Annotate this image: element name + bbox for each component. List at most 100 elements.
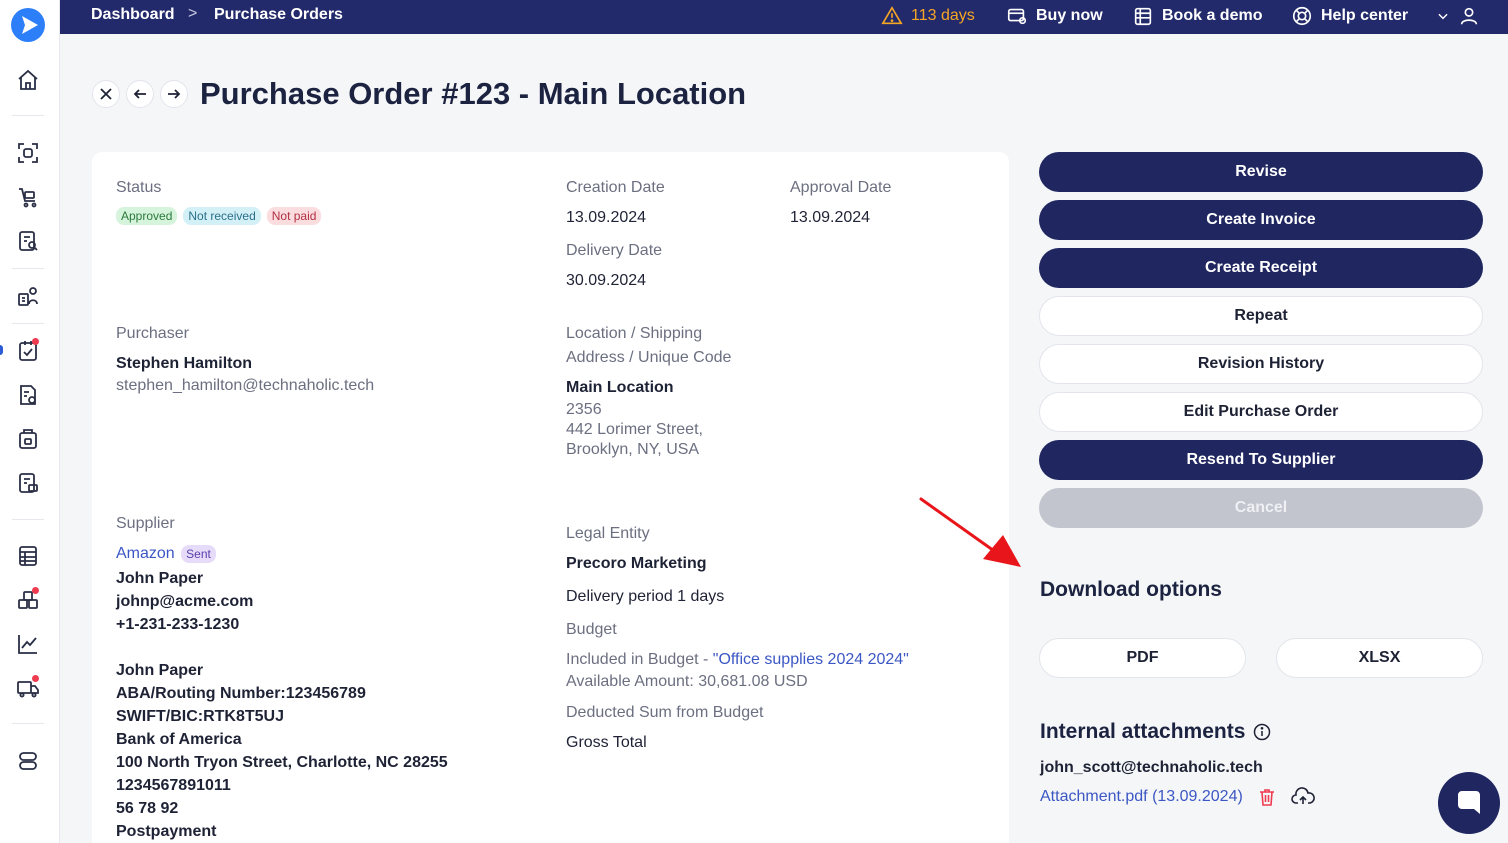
- bank-line: John Paper: [116, 662, 204, 679]
- arrow-left-icon: [133, 89, 146, 99]
- deducted-sum-label: Deducted Sum from Budget: [566, 704, 764, 721]
- purchaser-name: Stephen Hamilton: [116, 355, 253, 372]
- top-navigation-bar: Dashboard > Purchase Orders 113 days Buy…: [60, 0, 1508, 34]
- user-menu-button[interactable]: [1436, 4, 1480, 28]
- receipt-icon[interactable]: [16, 427, 40, 451]
- bank-line: 100 North Tryon Street, Charlotte, NC 28…: [116, 754, 448, 771]
- annotation-arrow: [919, 497, 1021, 567]
- create-receipt-button[interactable]: Create Receipt: [1039, 248, 1483, 288]
- sidebar-divider: [12, 115, 44, 116]
- book-demo-button[interactable]: Book a demo: [1132, 4, 1262, 28]
- sidebar: [0, 0, 60, 843]
- notification-dot: [32, 587, 39, 594]
- supplier-contact-phone: +1-231-233-1230: [116, 616, 240, 633]
- document-search-icon[interactable]: [16, 229, 40, 253]
- sidebar-divider: [12, 323, 44, 324]
- cancel-button[interactable]: Cancel: [1039, 488, 1483, 528]
- creation-date-value: 13.09.2024: [566, 209, 647, 226]
- cloud-upload-icon[interactable]: [1291, 787, 1315, 807]
- location-label-line-2: Address / Unique Code: [566, 349, 732, 366]
- legal-entity-value: Precoro Marketing: [566, 555, 707, 572]
- home-icon[interactable]: [16, 68, 40, 92]
- close-icon: [100, 88, 112, 100]
- status-badge-not-received: Not received: [183, 207, 261, 225]
- close-button[interactable]: [92, 80, 120, 108]
- repeat-button[interactable]: Repeat: [1039, 296, 1483, 336]
- available-amount: Available Amount: 30,681.08 USD: [566, 673, 808, 690]
- download-xlsx-button[interactable]: XLSX: [1276, 638, 1483, 678]
- budget-label: Budget: [566, 621, 617, 638]
- budget-link[interactable]: "Office supplies 2024 2024": [713, 651, 909, 668]
- breadcrumb-purchase-orders[interactable]: Purchase Orders: [214, 6, 343, 24]
- supplier-icon[interactable]: [16, 284, 40, 308]
- approval-date-value: 13.09.2024: [790, 209, 871, 226]
- previous-button[interactable]: [126, 80, 154, 108]
- trial-days-indicator[interactable]: 113 days: [881, 4, 975, 28]
- breadcrumb-dashboard[interactable]: Dashboard: [91, 6, 175, 24]
- status-badge-approved: Approved: [116, 207, 178, 225]
- breadcrumb-separator: >: [188, 5, 198, 22]
- supplier-contact-email: johnp@acme.com: [116, 593, 254, 610]
- info-icon[interactable]: [1253, 723, 1271, 741]
- delivery-date-value: 30.09.2024: [566, 272, 647, 289]
- download-pdf-button[interactable]: PDF: [1039, 638, 1246, 678]
- delivery-period: Delivery period 1 days: [566, 588, 725, 605]
- location-code: 2356: [566, 401, 602, 418]
- chat-button[interactable]: [1438, 772, 1500, 834]
- bank-line: Bank of America: [116, 731, 242, 748]
- delivery-date-label: Delivery Date: [566, 242, 663, 259]
- sidebar-divider: [12, 268, 44, 269]
- location-address-line-2: Brooklyn, NY, USA: [566, 441, 700, 458]
- legal-entity-label: Legal Entity: [566, 525, 650, 542]
- purchaser-email: stephen_hamilton@technaholic.tech: [116, 377, 375, 394]
- help-center-button[interactable]: Help center: [1291, 4, 1408, 28]
- payment-icon[interactable]: [16, 471, 40, 495]
- notification-dot: [32, 338, 39, 345]
- revise-button[interactable]: Revise: [1039, 152, 1483, 192]
- location-address-line-1: 442 Lorimer Street,: [566, 421, 703, 438]
- supplier-contact-name: John Paper: [116, 570, 204, 587]
- attachment-file-link[interactable]: Attachment.pdf (13.09.2024): [1040, 788, 1243, 806]
- next-button[interactable]: [160, 80, 188, 108]
- settings-icon[interactable]: [16, 749, 40, 773]
- trial-days-text: 113 days: [911, 7, 975, 24]
- resend-to-supplier-button[interactable]: Resend To Supplier: [1039, 440, 1483, 480]
- notification-dot: [32, 675, 39, 682]
- edit-purchase-order-button[interactable]: Edit Purchase Order: [1039, 392, 1483, 432]
- order-details-card: Status Approved Not received Not paid Crea…: [92, 152, 1009, 843]
- revision-history-button[interactable]: Revision History: [1039, 344, 1483, 384]
- active-nav-marker: [0, 345, 3, 355]
- invoice-icon[interactable]: [16, 383, 40, 407]
- internal-attachments-header: Internal attachments: [1040, 720, 1271, 744]
- bank-line: ABA/Routing Number:123456789: [116, 685, 366, 702]
- chevron-down-icon: [1438, 13, 1448, 20]
- approval-date-label: Approval Date: [790, 179, 892, 196]
- help-center-label: Help center: [1321, 7, 1409, 24]
- analytics-icon[interactable]: [16, 632, 40, 656]
- supplier-row: Amazon Sent: [116, 545, 222, 563]
- location-name: Main Location: [566, 379, 674, 396]
- supplier-sent-badge: Sent: [181, 545, 216, 563]
- buy-now-button[interactable]: Buy now: [1006, 4, 1103, 28]
- bank-line: SWIFT/BIC:RTK8T5UJ: [116, 708, 284, 725]
- status-badges: Approved Not received Not paid: [116, 207, 327, 225]
- bank-line: Postpayment: [116, 823, 217, 840]
- budget-icon[interactable]: [16, 544, 40, 568]
- warning-icon: [881, 6, 903, 25]
- deducted-sum-value: Gross Total: [566, 734, 647, 751]
- internal-attachments-title: Internal attachments: [1040, 720, 1246, 743]
- chat-icon: [1458, 791, 1480, 814]
- user-icon: [1460, 7, 1478, 25]
- download-options-title: Download options: [1040, 578, 1222, 601]
- trash-icon[interactable]: [1257, 787, 1277, 807]
- sidebar-divider: [12, 519, 44, 520]
- cart-icon[interactable]: [16, 185, 40, 209]
- supplier-link[interactable]: Amazon: [116, 545, 175, 562]
- scan-icon[interactable]: [16, 141, 40, 165]
- page-title: Purchase Order #123 - Main Location: [200, 76, 747, 111]
- budget-included-prefix: Included in Budget -: [566, 651, 713, 668]
- sidebar-divider: [12, 723, 44, 724]
- logo-icon[interactable]: [11, 8, 45, 42]
- purchaser-label: Purchaser: [116, 325, 189, 342]
- create-invoice-button[interactable]: Create Invoice: [1039, 200, 1483, 240]
